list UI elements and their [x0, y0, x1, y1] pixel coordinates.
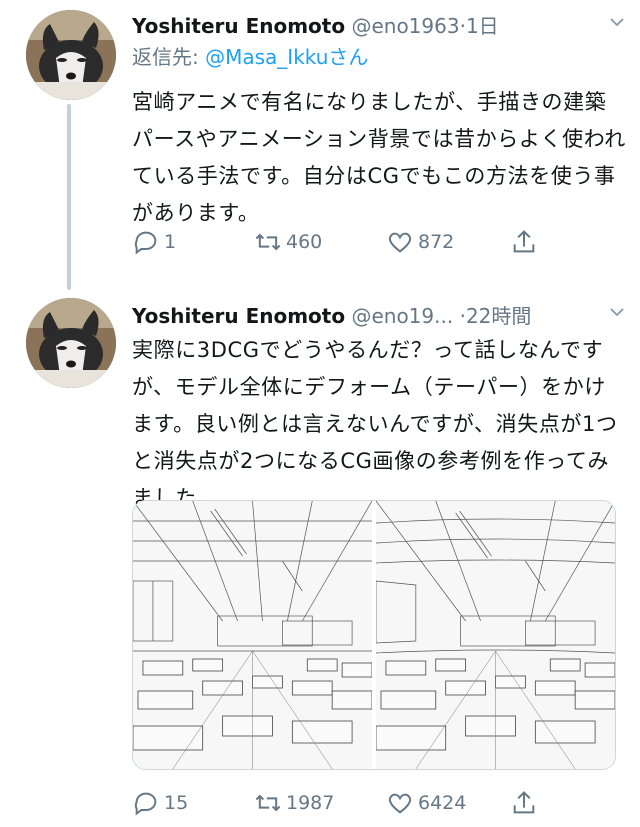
classroom-sketch-image	[376, 501, 615, 769]
share-button[interactable]	[510, 787, 542, 819]
retweet-icon	[255, 233, 281, 251]
husky-avatar-image	[26, 298, 116, 388]
chevron-down-icon[interactable]	[608, 300, 626, 332]
timestamp[interactable]: 22時間	[466, 304, 531, 328]
avatar[interactable]	[26, 10, 116, 100]
share-button[interactable]	[510, 226, 542, 258]
user-handle[interactable]: @eno19...	[351, 304, 453, 328]
husky-avatar-image	[26, 10, 116, 100]
avatar[interactable]	[26, 298, 116, 388]
media-image-two-point-perspective[interactable]	[376, 501, 615, 769]
like-button[interactable]: 872	[386, 226, 454, 258]
tweet[interactable]: Yoshiteru Enomoto @eno1963·1日 返信先: @Masa…	[0, 0, 640, 290]
like-count: 872	[418, 231, 455, 253]
tweet-actions: 15 1987 6424	[132, 787, 552, 819]
reply-count: 1	[164, 231, 177, 253]
retweet-button[interactable]: 1987	[254, 787, 334, 819]
tweet-media[interactable]	[132, 500, 616, 770]
tweet-header: Yoshiteru Enomoto @eno1963·1日	[132, 10, 626, 42]
user-handle[interactable]: @eno1963	[351, 14, 459, 38]
reply-icon	[134, 231, 157, 255]
tweet-actions: 1 460 872	[132, 226, 552, 258]
media-image-one-point-perspective[interactable]	[133, 501, 372, 769]
reply-to-line: 返信先: @Masa_Ikkuさん	[132, 42, 626, 74]
share-icon	[513, 791, 535, 814]
timestamp[interactable]: 1日	[466, 14, 499, 38]
display-name[interactable]: Yoshiteru Enomoto	[132, 14, 345, 38]
share-icon	[513, 230, 535, 253]
tweet-header: Yoshiteru Enomoto @eno19... ·22時間	[132, 300, 626, 332]
like-count: 6424	[418, 792, 467, 814]
reply-mention-link[interactable]: @Masa_Ikku	[205, 45, 328, 69]
heart-icon	[388, 232, 412, 253]
reply-mention-suffix: さん	[328, 45, 369, 69]
chevron-down-icon[interactable]	[608, 10, 626, 42]
reply-count: 15	[164, 792, 189, 814]
reply-to-label: 返信先:	[132, 45, 199, 69]
like-button[interactable]: 6424	[386, 787, 466, 819]
tweet-text: 実際に3DCGでどうやるんだ？って話しなんですが、モデル全体にデフォーム（テーパ…	[132, 338, 618, 510]
display-name[interactable]: Yoshiteru Enomoto	[132, 304, 345, 328]
tweet-text: 宮崎アニメで有名になりましたが、手描きの建築パースやアニメーション背景では昔から…	[132, 90, 626, 225]
tweet[interactable]: Yoshiteru Enomoto @eno19... ·22時間 実際に3DC…	[0, 290, 640, 827]
retweet-icon	[255, 794, 281, 812]
reply-button[interactable]: 1	[132, 226, 176, 258]
reply-button[interactable]: 15	[132, 787, 188, 819]
reply-icon	[134, 792, 157, 816]
heart-icon	[388, 793, 412, 814]
retweet-button[interactable]: 460	[254, 226, 322, 258]
retweet-count: 460	[286, 231, 323, 253]
classroom-sketch-image	[133, 501, 372, 769]
retweet-count: 1987	[286, 792, 335, 814]
